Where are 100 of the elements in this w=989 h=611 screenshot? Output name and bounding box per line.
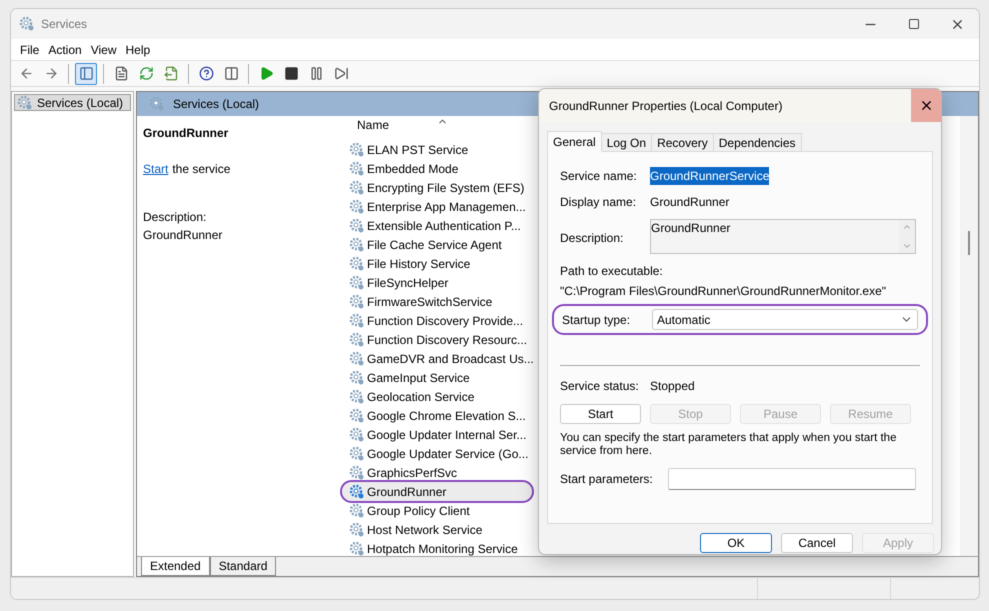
- view-tab[interactable]: Extended: [141, 557, 210, 576]
- field-label: Service name:: [560, 168, 638, 185]
- service-row[interactable]: GraphicsPerfSvc: [342, 463, 532, 482]
- gear-icon: [349, 426, 365, 442]
- service-name-value: GroundRunnerService: [650, 167, 770, 185]
- dialog-title: GroundRunner Properties (Local Computer): [548, 98, 784, 114]
- description-text: GroundRunner: [143, 227, 224, 244]
- service-row[interactable]: Google Updater Internal Ser...: [342, 425, 532, 444]
- service-row[interactable]: GameDVR and Broadcast Us...: [342, 349, 532, 368]
- service-row[interactable]: Extensible Authentication P...: [342, 216, 532, 235]
- service-row[interactable]: Google Updater Service (Go...: [342, 444, 532, 463]
- service-row[interactable]: Encrypting File System (EFS): [342, 178, 532, 197]
- window-title: Services: [41, 16, 88, 33]
- view-tab[interactable]: Standard: [210, 557, 276, 576]
- service-row[interactable]: Embedded Mode: [342, 159, 532, 178]
- gear-icon: [17, 94, 33, 110]
- service-row[interactable]: Function Discovery Resourc...: [342, 330, 532, 349]
- view-icon: [224, 66, 238, 81]
- menu-item[interactable]: Action: [45, 40, 85, 58]
- field-label: Start parameters:: [560, 471, 654, 488]
- service-row[interactable]: GroundRunner: [342, 482, 532, 501]
- service-row[interactable]: FirmwareSwitchService: [342, 292, 532, 311]
- gear-icon: [349, 198, 365, 214]
- menu-item[interactable]: Help: [122, 40, 154, 58]
- field-label: Startup type:: [562, 312, 632, 328]
- start-link[interactable]: Start: [143, 160, 168, 178]
- service-row[interactable]: File History Service: [342, 254, 532, 273]
- gear-icon: [349, 446, 365, 462]
- gear-icon: [349, 218, 365, 234]
- dialog-button[interactable]: Cancel: [781, 533, 853, 553]
- menu-item[interactable]: View: [88, 40, 120, 58]
- gear-icon: [349, 388, 365, 404]
- pause-icon: [308, 66, 324, 81]
- menu-item[interactable]: File: [17, 40, 42, 58]
- gear-icon: [349, 294, 365, 310]
- scrollbar-thumb[interactable]: [968, 231, 970, 255]
- service-row[interactable]: FileSyncHelper: [342, 273, 532, 292]
- service-row[interactable]: Hotpatch Monitoring Service: [342, 539, 532, 558]
- field-label: Service status:: [560, 378, 640, 395]
- gear-icon: [349, 522, 365, 538]
- gear-icon: [349, 142, 365, 158]
- gear-icon: [349, 274, 365, 290]
- service-row[interactable]: Function Discovery Provide...: [342, 311, 532, 330]
- start-parameters-field[interactable]: [668, 468, 916, 490]
- path-value: "C:\Program Files\GroundRunner\GroundRunnerMonitor.exe": [560, 283, 888, 300]
- refresh-icon: [138, 66, 154, 81]
- export-icon: [164, 66, 178, 81]
- description-field[interactable]: GroundRunner: [650, 219, 916, 254]
- maximize-icon[interactable]: [908, 18, 920, 30]
- startup-type-dropdown[interactable]: Automatic: [652, 309, 918, 330]
- dialog-tab[interactable]: Dependencies: [714, 133, 802, 152]
- service-row[interactable]: Host Network Service: [342, 520, 532, 539]
- service-row[interactable]: File Cache Service Agent: [342, 235, 532, 254]
- gear-icon: [149, 96, 165, 112]
- service-row[interactable]: Google Chrome Elevation S...: [342, 406, 532, 425]
- gear-icon: [349, 464, 365, 480]
- dialog-tab[interactable]: Recovery: [652, 133, 714, 152]
- dialog-tab[interactable]: General: [547, 131, 602, 152]
- help-icon: [198, 66, 214, 81]
- hint-text: You can specify the start parameters that apply when you start the service from here.: [560, 432, 898, 458]
- service-row[interactable]: Enterprise App Managemen...: [342, 197, 532, 216]
- properties-icon: [114, 66, 128, 81]
- play-icon: [258, 66, 274, 81]
- back-icon: [18, 66, 34, 81]
- description-value: GroundRunner: [651, 220, 732, 237]
- gear-icon: [349, 484, 365, 500]
- app-icon: [19, 16, 35, 32]
- pane-title: Services (Local): [173, 96, 260, 113]
- action-text: the service: [172, 161, 230, 178]
- column-header[interactable]: Name: [357, 116, 390, 136]
- gear-icon: [349, 332, 365, 348]
- field-label: Description:: [560, 230, 624, 247]
- gear-icon: [349, 180, 365, 196]
- description-label: Description:: [143, 209, 208, 226]
- gear-icon: [349, 256, 365, 272]
- service-row[interactable]: GameInput Service: [342, 368, 532, 387]
- dialog-button[interactable]: OK: [700, 533, 772, 553]
- tree-toggle-icon: [78, 66, 94, 81]
- tree-item[interactable]: Services (Local): [14, 94, 131, 111]
- tree-toggle-button[interactable]: [75, 62, 97, 84]
- service-control-button[interactable]: Start: [560, 404, 641, 424]
- service-row[interactable]: ELAN PST Service: [342, 140, 532, 159]
- gear-icon: [349, 408, 365, 424]
- gear-icon: [349, 312, 365, 328]
- service-title: GroundRunner: [143, 125, 230, 142]
- stop-icon: [284, 66, 298, 81]
- close-button[interactable]: [911, 89, 941, 122]
- gear-icon: [349, 540, 365, 556]
- service-row[interactable]: Group Policy Client: [342, 501, 532, 520]
- field-label: Display name:: [560, 194, 638, 211]
- forward-icon: [44, 66, 58, 81]
- service-status-value: Stopped: [650, 378, 695, 395]
- resume-icon: [334, 66, 348, 81]
- gear-icon: [349, 160, 365, 176]
- gear-icon: [349, 236, 365, 252]
- gear-icon: [349, 502, 365, 518]
- service-row[interactable]: Geolocation Service: [342, 387, 532, 406]
- dialog-tab[interactable]: Log On: [602, 133, 652, 152]
- gear-icon: [349, 350, 365, 366]
- display-name-value: GroundRunner: [650, 194, 730, 211]
